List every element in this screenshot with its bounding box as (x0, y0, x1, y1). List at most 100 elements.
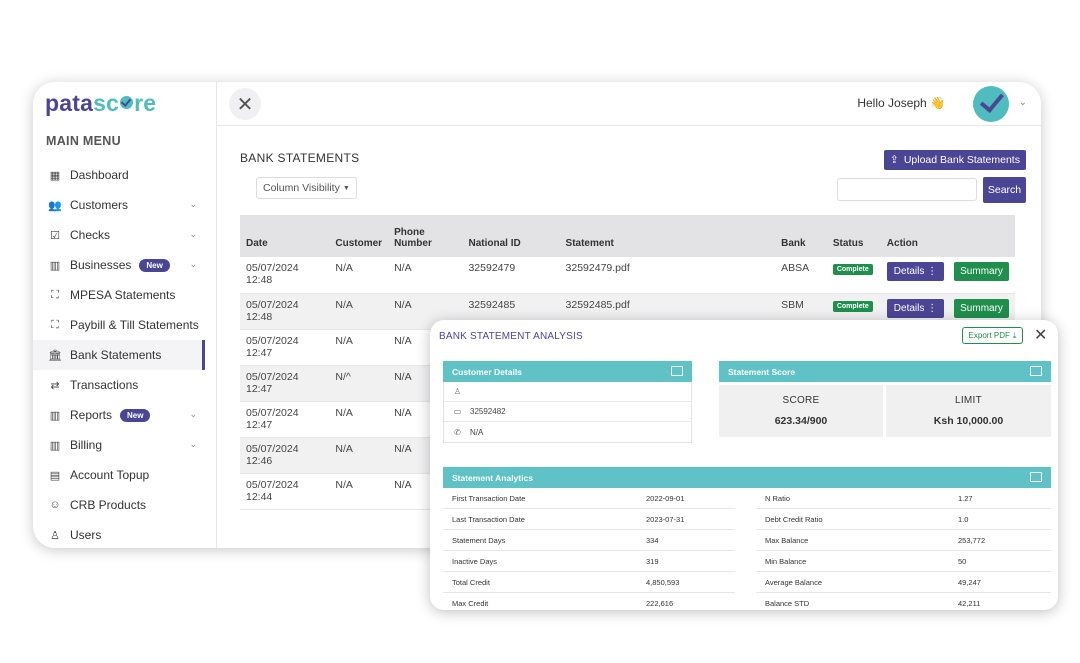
sidebar-item-label: CRB Products (70, 498, 147, 512)
analytics-left-column: First Transaction Date 2022-09-01 Last Tra… (443, 488, 735, 610)
building-icon: ▥ (49, 259, 61, 272)
cell-customer: N/A (329, 293, 389, 330)
search-input[interactable] (837, 178, 977, 201)
details-button[interactable]: Details ⋮ (886, 262, 945, 281)
analytics-row: First Transaction Date 2022-09-01 (443, 488, 735, 509)
table-header-row: Date Customer Phone Number National ID State… (240, 215, 1015, 257)
cell-national_id: 32592479 (462, 257, 560, 294)
analytics-key: Average Balance (765, 578, 822, 587)
analytics-row: Max Credit 222,616 (443, 593, 735, 610)
upload-bank-statements-button[interactable]: ⇪ Upload Bank Statements (884, 150, 1026, 170)
column-header: Phone Number (388, 215, 463, 257)
summary-button[interactable]: Summary (954, 262, 1009, 281)
sidebar-item-account-topup[interactable]: ▤ Account Topup (33, 460, 217, 490)
analytics-row: Last Transaction Date 2023-07-31 (443, 509, 735, 530)
customer-name-row: ♙ (444, 382, 691, 402)
status-badge: Complete (832, 264, 873, 275)
chevron-down-icon[interactable]: ⌄ (189, 439, 197, 450)
analytics-row: Average Balance 49,247 (756, 572, 1051, 593)
column-header: Bank (775, 215, 827, 257)
analytics-value: 2022-09-01 (646, 494, 685, 503)
upload-icon: ⇪ (890, 154, 899, 166)
user-icon: ♙ (453, 387, 462, 396)
sidebar-item-checks[interactable]: ☑ Checks ⌄ (33, 220, 217, 250)
new-badge: New (139, 258, 170, 272)
cell-customer: N/^ (329, 365, 389, 402)
analytics-key: Inactive Days (452, 557, 498, 566)
analytics-value: 319 (646, 557, 659, 566)
phone-icon: ✆ (454, 427, 461, 437)
close-icon: ✕ (1034, 327, 1048, 344)
sidebar-item-customers[interactable]: 👥 Customers ⌄ (33, 190, 217, 220)
details-button[interactable]: Details ⋮ (886, 298, 945, 318)
patascore-logo[interactable]: patasc re (45, 90, 156, 117)
summary-button[interactable]: Summary (954, 298, 1009, 318)
checkbox-icon: ☑ (50, 229, 60, 242)
sidebar-item-crb-products[interactable]: ☺ CRB Products (33, 490, 217, 520)
analytics-key: Statement Days (452, 536, 506, 545)
search-button[interactable]: Search (983, 177, 1026, 203)
column-header: Date (240, 215, 330, 257)
sidebar-item-billing[interactable]: ▥ Billing ⌄ (33, 430, 217, 460)
scan-icon: ⛶ (51, 288, 59, 301)
sidebar-item-reports[interactable]: ▥ Reports New ⌄ (33, 400, 217, 430)
cell-date: 05/07/2024 12:47 (240, 401, 330, 438)
menu-title: MAIN MENU (46, 134, 121, 148)
chevron-down-icon[interactable]: ⌄ (1019, 97, 1027, 108)
sidebar-item-users[interactable]: ♙ Users (33, 520, 217, 548)
transfer-icon: ⇄ (50, 379, 60, 392)
sidebar-item-dashboard[interactable]: ▦ Dashboard (33, 160, 217, 190)
score-box: SCORE 623.34/900 (719, 385, 883, 437)
analytics-value: 42,211 (958, 599, 981, 608)
chevron-down-icon[interactable]: ⌄ (189, 409, 197, 420)
card-icon (1030, 366, 1042, 376)
avatar[interactable] (973, 86, 1009, 122)
chevron-down-icon[interactable]: ⌄ (189, 259, 197, 270)
sidebar-item-businesses[interactable]: ▥ Businesses New ⌄ (33, 250, 217, 280)
id-card-icon: ▭ (453, 407, 462, 416)
users-icon: 👥 (48, 199, 62, 212)
cell-customer: N/A (329, 401, 389, 438)
analytics-value: 222,616 (646, 599, 674, 608)
modal-close-button[interactable]: ✕ (1034, 325, 1047, 345)
analytics-key: Max Balance (765, 536, 809, 545)
export-pdf-button[interactable]: Export PDF ⤓ (962, 327, 1023, 344)
face-icon: ☺ (49, 499, 61, 511)
sidebar-item-transactions[interactable]: ⇄ Transactions (33, 370, 217, 400)
sidebar-item-label: Account Topup (70, 468, 150, 482)
analytics-key: Last Transaction Date (452, 515, 525, 524)
sidebar-item-label: MPESA Statements (70, 288, 176, 302)
sidebar-item-label: Checks (70, 228, 111, 242)
sidebar-item-mpesa-statements[interactable]: ⛶ MPESA Statements (33, 280, 217, 310)
building-icon: ▥ (49, 439, 61, 452)
close-sidebar-button[interactable]: ✕ (229, 88, 261, 120)
column-header: Action (880, 215, 1015, 257)
column-visibility-button[interactable]: Column Visibility ▼ (256, 177, 357, 199)
score-value: 623.34/900 (774, 415, 828, 427)
new-badge: New (120, 408, 151, 422)
column-header: Statement (559, 215, 776, 257)
user-icon: ♙ (50, 529, 60, 542)
chevron-down-icon[interactable]: ⌄ (189, 199, 197, 210)
cell-customer: N/A (329, 257, 389, 294)
analytics-key: Max Credit (452, 599, 489, 608)
chevron-down-icon[interactable]: ⌄ (189, 229, 197, 240)
close-icon: ✕ (236, 93, 254, 116)
analytics-value: 334 (646, 536, 659, 545)
analytics-key: First Transaction Date (452, 494, 526, 503)
analytics-value: 50 (958, 557, 967, 566)
logo-check-icon (120, 96, 134, 109)
sidebar-item-bank-statements[interactable]: 🏛 Bank Statements (33, 340, 205, 370)
cell-date: 05/07/2024 12:47 (240, 329, 330, 366)
sidebar-item-label: Bank Statements (70, 348, 162, 362)
sidebar-item-paybill-till-statements[interactable]: ⛶ Paybill & Till Statements (33, 310, 217, 340)
page-title: BANK STATEMENTS (240, 151, 360, 165)
sidebar-menu: ▦ Dashboard 👥 Customers ⌄ ☑ Checks ⌄ ▥ Businesses… (33, 160, 217, 548)
column-header: Status (826, 215, 881, 257)
sidebar-item-label: Customers (70, 198, 129, 212)
cell-customer: N/A (329, 329, 389, 366)
column-header: National ID (462, 215, 560, 257)
analytics-key: Min Balance (765, 557, 807, 566)
sidebar-item-label: Paybill & Till Statements (70, 318, 199, 332)
cell-statement: 32592479.pdf (559, 257, 776, 294)
